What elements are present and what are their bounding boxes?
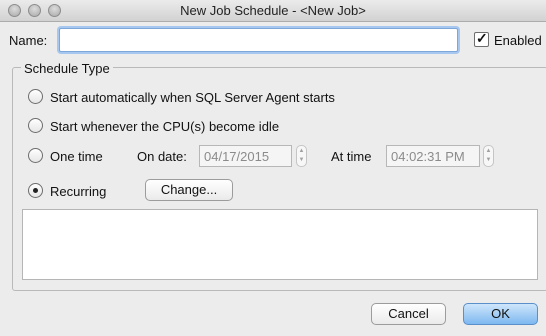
at-time-field[interactable] — [386, 145, 480, 167]
on-date-label: On date: — [137, 149, 187, 164]
name-label: Name: — [9, 33, 48, 48]
ok-button[interactable]: OK — [463, 303, 538, 325]
radio-start-with-agent[interactable] — [28, 89, 43, 104]
name-input[interactable] — [59, 28, 458, 52]
radio-selected-dot — [33, 188, 38, 193]
recurrence-summary-box — [22, 209, 538, 280]
enabled-checkbox[interactable]: ✓ — [474, 30, 489, 47]
radio-recurring[interactable] — [28, 183, 43, 198]
option-recurring-label: Recurring — [50, 184, 107, 199]
enabled-label: Enabled — [494, 33, 542, 48]
option-cpu-idle-label: Start whenever the CPU(s) become idle — [50, 119, 280, 134]
change-button[interactable]: Change... — [145, 179, 233, 201]
option-one-time-label: One time — [50, 149, 103, 164]
on-date-field[interactable] — [199, 145, 292, 167]
window-title: New Job Schedule - <New Job> — [180, 3, 366, 18]
schedule-type-title: Schedule Type — [21, 61, 113, 76]
date-spinner-icon[interactable]: ▲ ▼ — [296, 145, 307, 167]
cancel-button[interactable]: Cancel — [371, 303, 446, 325]
checkmark-icon: ✓ — [476, 30, 488, 46]
option-start-with-agent-label: Start automatically when SQL Server Agen… — [50, 90, 335, 105]
radio-one-time[interactable] — [28, 148, 43, 163]
radio-cpu-idle[interactable] — [28, 118, 43, 133]
at-time-label: At time — [331, 149, 372, 164]
time-spinner-icon[interactable]: ▲ ▼ — [483, 145, 494, 167]
title-bar: New Job Schedule - <New Job> — [0, 0, 546, 22]
